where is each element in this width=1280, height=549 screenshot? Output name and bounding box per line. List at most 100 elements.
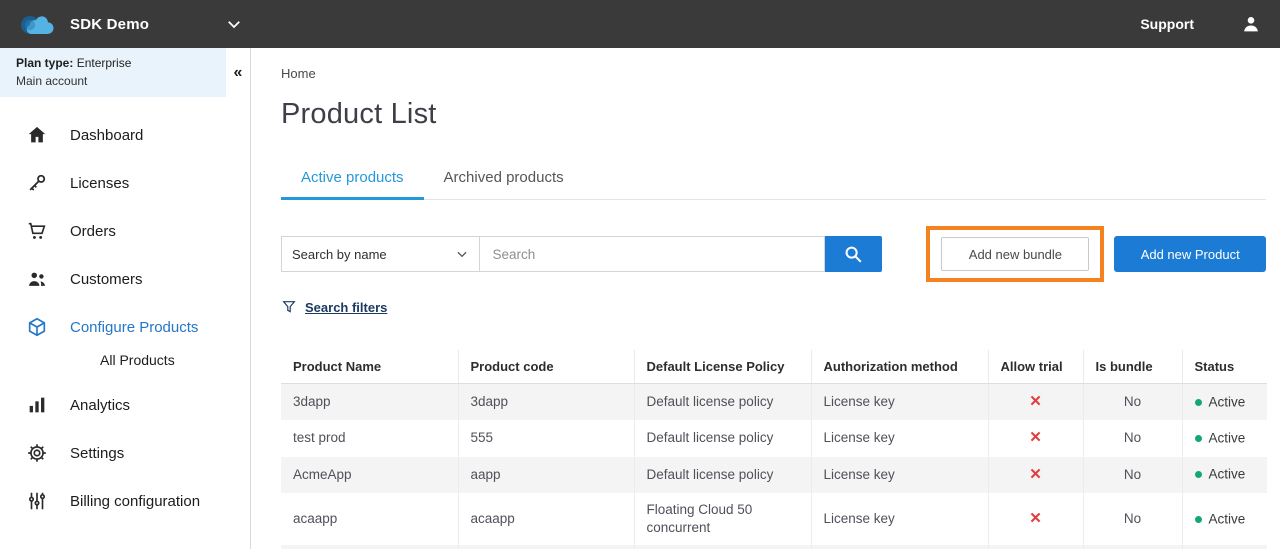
sidebar-item-dashboard[interactable]: Dashboard — [0, 111, 250, 159]
product-code-cell: acaapp — [458, 492, 635, 546]
table-row[interactable]: test prod 555 Default license policy Licens… — [281, 420, 1267, 457]
status-cell: Active — [1182, 457, 1267, 493]
license-policy-cell: Default license policy — [634, 420, 812, 457]
search-filters-label: Search filters — [305, 299, 388, 315]
chevron-down-icon[interactable] — [225, 15, 243, 33]
allow-trial-cell: ✕ — [988, 420, 1084, 457]
search-button[interactable] — [824, 236, 883, 272]
table-row[interactable]: 3dapp 3dapp Default license policy License … — [281, 383, 1267, 421]
cross-icon: ✕ — [1029, 393, 1042, 410]
toolbar: Search by name Add new bundle Add new Pr… — [281, 226, 1266, 282]
column-header-allow-trial: Allow trial — [988, 350, 1084, 384]
tabs: Active products Archived products — [281, 167, 1266, 200]
status-dot — [1194, 398, 1202, 406]
sidebar-item-licenses[interactable]: Licenses — [0, 159, 250, 207]
add-new-product-button[interactable]: Add new Product — [1114, 236, 1266, 272]
status-dot — [1194, 471, 1202, 479]
filter-funnel-icon — [281, 299, 297, 315]
chevron-down-icon — [455, 247, 469, 261]
is-bundle-cell: No — [1083, 545, 1183, 549]
cross-icon: ✕ — [1029, 509, 1042, 527]
status-cell: Active — [1182, 384, 1267, 421]
user-account-icon[interactable] — [1240, 13, 1262, 35]
topbar: SDK Demo Support — [0, 0, 1280, 48]
is-bundle-cell: No — [1083, 492, 1183, 546]
cube-icon — [26, 316, 48, 338]
sidebar-item-label: Orders — [70, 222, 116, 240]
column-header-product-code: Product code — [458, 350, 635, 384]
allow-trial-cell: ✕ — [988, 492, 1084, 546]
license-policy-cell: End User Node Locked License — [634, 545, 812, 549]
is-bundle-cell: No — [1083, 383, 1183, 421]
status-cell: Active — [1182, 420, 1267, 456]
sidebar-item-orders[interactable]: Orders — [0, 207, 250, 255]
table-row[interactable]: acaapp acaapp Floating Cloud 50 concurrent… — [281, 492, 1267, 546]
sidebar-item-configure-products[interactable]: Configure Products — [0, 303, 250, 351]
table-row[interactable]: AcmeApp aapp Default license policy License… — [281, 456, 1267, 493]
sliders-icon — [26, 490, 48, 512]
product-name-cell: Acme App — [281, 545, 459, 549]
cross-icon: ✕ — [1029, 429, 1042, 447]
main-content: Home Product List Active products Archiv… — [251, 48, 1280, 549]
home-icon — [26, 124, 48, 146]
product-name-cell: AcmeApp — [281, 456, 459, 493]
auth-method-cell: License key — [811, 545, 989, 549]
license-policy-cell: Floating Cloud 50 concurrent — [634, 492, 812, 546]
search-filters-link[interactable]: Search filters — [281, 299, 387, 315]
page-title: Product List — [281, 98, 437, 130]
sidebar-item-label: Billing configuration — [70, 492, 201, 510]
is-bundle-cell: No — [1083, 456, 1183, 493]
plan-type-label: Plan type: — [16, 56, 74, 70]
product-code-cell: aapp — [458, 456, 635, 493]
product-name-cell: test prod — [281, 420, 459, 457]
cross-icon: ✕ — [1029, 465, 1042, 483]
status-badge: Active — [1208, 430, 1246, 446]
gear-icon — [26, 442, 48, 464]
sidebar-item-analytics[interactable]: Analytics — [0, 381, 250, 429]
sidebar-item-billing-configuration[interactable]: Billing configuration — [0, 477, 250, 525]
plan-type-value: Enterprise — [76, 56, 132, 70]
sidebar-subitem-all-products[interactable]: All Products — [0, 351, 250, 381]
search-icon — [842, 243, 864, 265]
account-name: Main account — [16, 74, 88, 88]
column-header-status: Status — [1182, 350, 1267, 384]
add-new-bundle-button[interactable]: Add new bundle — [941, 237, 1090, 271]
product-code-cell: 555 — [458, 420, 635, 457]
auth-method-cell: License key — [811, 420, 989, 457]
people-icon — [26, 268, 48, 290]
status-badge: Active — [1208, 394, 1246, 410]
app-name: SDK Demo — [70, 15, 150, 33]
sidebar-nav: Dashboard Licenses Orders Customers Configur… — [0, 97, 250, 525]
is-bundle-cell: No — [1083, 420, 1183, 457]
search-input[interactable] — [480, 236, 825, 272]
column-header-default-license-policy: Default License Policy — [634, 350, 812, 384]
sidebar-item-settings[interactable]: Settings — [0, 429, 250, 477]
search-by-selected-value: Search by name — [292, 246, 387, 262]
auth-method-cell: License key — [811, 492, 989, 546]
product-code-cell: 3dapp — [458, 383, 635, 421]
tab-active-products[interactable]: Active products — [281, 167, 424, 200]
allow-trial-cell: ✕ — [988, 383, 1084, 421]
product-code-cell: acmeapp — [458, 545, 635, 549]
sidebar: Plan type: Enterprise Main account « Das… — [0, 48, 251, 549]
sidebar-item-label: Analytics — [70, 396, 131, 414]
tab-archived-products[interactable]: Archived products — [424, 167, 584, 200]
annotation-highlight-box: Add new bundle — [926, 226, 1105, 282]
status-dot — [1194, 515, 1202, 523]
license-policy-cell: Default license policy — [634, 456, 812, 493]
status-dot — [1194, 435, 1202, 443]
sidebar-item-customers[interactable]: Customers — [0, 255, 250, 303]
table-row[interactable]: Acme AppacmeappEnd User Node Locked Lice… — [281, 545, 1267, 549]
support-link[interactable]: Support — [1140, 16, 1194, 32]
sidebar-item-label: Settings — [70, 444, 125, 462]
topbar-right: Support — [1140, 13, 1262, 35]
breadcrumb[interactable]: Home — [281, 66, 1266, 81]
key-icon — [26, 172, 48, 194]
status-cell: Active — [1182, 493, 1267, 545]
auth-method-cell: License key — [811, 383, 989, 421]
search-by-select[interactable]: Search by name — [281, 236, 481, 272]
collapse-sidebar-button[interactable]: « — [226, 48, 250, 97]
product-name-cell: acaapp — [281, 492, 459, 546]
sidebar-item-label: Customers — [70, 270, 143, 288]
product-name-cell: 3dapp — [281, 383, 459, 421]
